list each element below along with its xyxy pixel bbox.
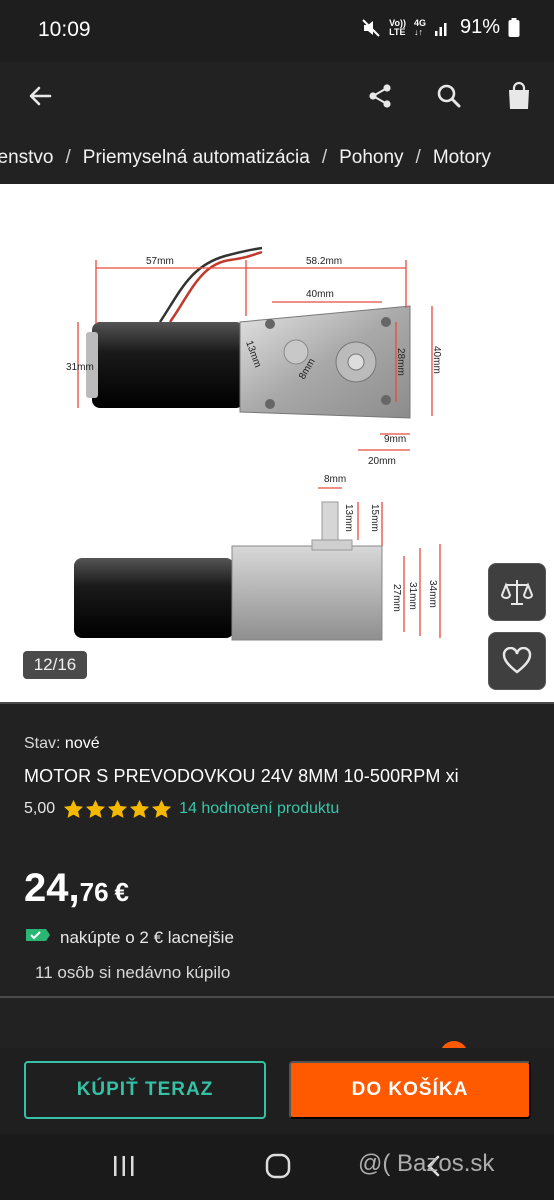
divider: [0, 702, 554, 704]
search-icon[interactable]: [425, 72, 473, 120]
dim-label: 8mm: [324, 474, 346, 485]
data-arrows-icon: ↓↑: [413, 26, 423, 37]
dim-label: 27mm: [391, 584, 402, 612]
star-icon: [64, 799, 84, 818]
app-screen: 10:09 Vo)) LTE 4G ↓↑ 91% enstvo / Priemy…: [0, 0, 554, 1200]
share-icon[interactable]: [356, 72, 404, 120]
back-arrow-icon[interactable]: [16, 72, 64, 120]
breadcrumb-item[interactable]: Priemyselná automatizácia: [83, 147, 310, 169]
dim-label: 9mm: [384, 434, 406, 445]
dim-label: 57mm: [146, 256, 174, 267]
status-icons: Vo)) LTE 4G ↓↑ 91%: [361, 16, 520, 39]
app-bar: [0, 62, 554, 130]
breadcrumb-separator: /: [65, 147, 71, 168]
condition-value: nové: [64, 735, 100, 752]
top-view: 57mm 58.2mm 40mm 31mm 13mm 8mm 28mm 40mm…: [66, 246, 442, 467]
dim-label: 20mm: [368, 456, 396, 467]
rating-row: 5,00 14 hodnotení produktu: [24, 799, 534, 819]
breadcrumb-separator: /: [321, 147, 328, 168]
recents-icon[interactable]: [104, 1148, 144, 1184]
breadcrumb-track: šenstvo / Priemyselná automatizácia / Po…: [0, 147, 491, 169]
side-view: 8mm 13mm 15mm 27mm 31mm 34mm: [74, 474, 441, 641]
heart-icon[interactable]: [488, 632, 546, 690]
breadcrumb-item[interactable]: Motory: [433, 147, 491, 169]
dim-label: 15mm: [369, 504, 380, 532]
dim-label: 40mm: [431, 346, 442, 374]
lte-label: LTE: [389, 26, 406, 37]
add-to-cart-button[interactable]: DO KOŠÍKA: [289, 1061, 531, 1119]
rating-value: 5,00: [24, 800, 56, 817]
status-bar: 10:09 Vo)) LTE 4G ↓↑ 91%: [0, 0, 554, 62]
dim-label: 13mm: [343, 504, 354, 532]
watermark: @( Bazos.sk: [358, 1150, 495, 1177]
image-counter: 12/16: [23, 651, 87, 679]
breadcrumb-item[interactable]: šenstvo: [0, 147, 53, 169]
buy-now-button[interactable]: KÚPIŤ TERAZ: [24, 1061, 266, 1119]
mute-icon: [361, 18, 381, 38]
condition-label: Stav:: [24, 735, 61, 752]
discount-row[interactable]: nakúpte o 2 € lacnejšie: [24, 926, 234, 949]
home-icon[interactable]: [258, 1148, 298, 1184]
ratings-link[interactable]: 14 hodnotení produktu: [179, 800, 339, 818]
condition-row: Stav: nové: [24, 735, 534, 753]
output-shaft: [321, 501, 339, 547]
motor-body: [92, 322, 244, 408]
price: 24,76 €: [24, 866, 129, 911]
product-image-gallery[interactable]: 57mm 58.2mm 40mm 31mm 13mm 8mm 28mm 40mm…: [0, 184, 554, 702]
dim-label: 28mm: [395, 348, 406, 376]
signal-icon: [434, 19, 450, 37]
volte-indicator: Vo)) LTE: [389, 18, 406, 37]
dim-label: 34mm: [427, 580, 438, 608]
battery-icon: [508, 17, 520, 38]
rating-stars: [63, 799, 172, 819]
status-time: 10:09: [38, 18, 91, 41]
network-indicator: 4G ↓↑: [413, 18, 426, 37]
star-icon: [108, 799, 128, 818]
breadcrumb: šenstvo / Priemyselná automatizácia / Po…: [0, 130, 554, 184]
dim-label: 31mm: [66, 362, 94, 373]
product-info: Stav: nové MOTOR S PREVODOVKOU 24V 8MM 1…: [24, 735, 534, 819]
breadcrumb-item[interactable]: Pohony: [339, 147, 403, 169]
shopping-bag-icon[interactable]: [495, 72, 543, 120]
star-icon: [152, 799, 172, 818]
price-cents: 76: [79, 877, 109, 907]
divider: [0, 996, 554, 998]
battery-percent: 91%: [459, 16, 500, 38]
price-main: 24,: [24, 866, 80, 910]
motor-dimension-drawing: 57mm 58.2mm 40mm 31mm 13mm 8mm 28mm 40mm…: [66, 246, 442, 641]
discount-text: nakúpte o 2 € lacnejšie: [60, 927, 234, 947]
dim-label: 31mm: [407, 582, 418, 610]
price-currency: €: [114, 877, 129, 907]
action-bar: KÚPIŤ TERAZ DO KOŠÍKA: [0, 1048, 554, 1134]
dim-label: 58.2mm: [306, 256, 342, 267]
breadcrumb-separator: /: [415, 147, 421, 168]
dim-label: 40mm: [306, 289, 334, 300]
star-icon: [86, 799, 106, 818]
star-icon: [130, 799, 150, 818]
compare-scale-icon[interactable]: [488, 563, 546, 621]
recent-buyers: 11 osôb si nedávno kúpilo: [35, 963, 231, 982]
discount-tag-icon: [24, 926, 60, 949]
product-title: MOTOR S PREVODOVKOU 24V 8MM 10-500RPM xi: [24, 766, 459, 786]
